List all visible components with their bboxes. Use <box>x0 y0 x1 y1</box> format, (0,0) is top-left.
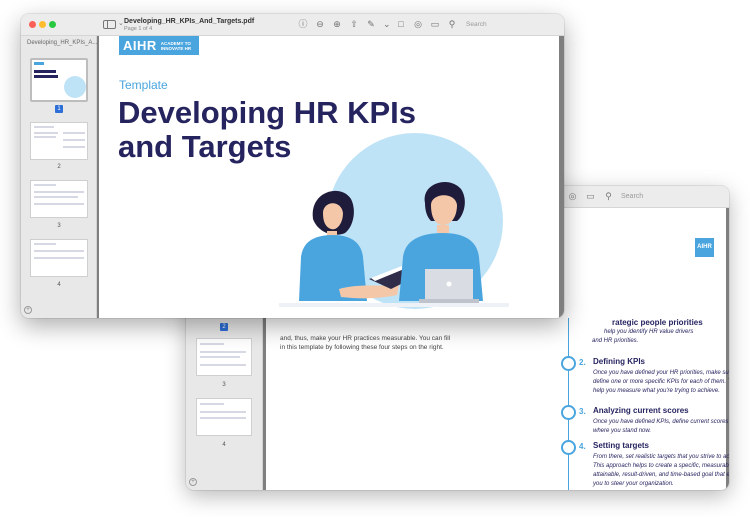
step-dot <box>561 405 576 420</box>
step-body: Once you have defined your HR priorities… <box>593 370 729 394</box>
step-dot <box>561 356 576 371</box>
annotate-icon[interactable]: ◎ <box>567 191 578 202</box>
front-preview-window[interactable]: ⌄ Developing_HR_KPIs_And_Targets.pdf Pag… <box>21 14 564 318</box>
form-icon[interactable]: ▭ <box>430 19 440 29</box>
mini-logo <box>34 62 44 65</box>
back-thumbnail-page-4[interactable] <box>196 398 252 436</box>
aihr-logo-small: AIHR <box>695 238 714 257</box>
step-1-title: rategic people priorities <box>612 318 703 327</box>
page-number: 2 <box>57 164 61 170</box>
back-search-field[interactable]: Search <box>621 193 721 200</box>
step-1-body: help you identify HR value drivers <box>604 329 694 335</box>
intro-paragraph: and, thus, make your HR practices measur… <box>280 335 451 351</box>
timeline-line <box>568 318 569 490</box>
step-title: Defining KPIs <box>593 357 646 366</box>
annotate-icon[interactable]: ◎ <box>413 19 423 29</box>
step-body: From there, set realistic targets that y… <box>593 454 729 487</box>
mini-title-lines <box>34 70 64 78</box>
step-title: Setting targets <box>593 441 650 450</box>
sidebar-icon[interactable] <box>103 20 116 29</box>
document-title: Developing_HR_KPIs_And_Targets.pdf <box>124 18 255 25</box>
zoom-in-icon[interactable]: ⊕ <box>332 19 342 29</box>
add-page-icon[interactable]: + <box>189 478 197 486</box>
step-title: Analyzing current scores <box>593 406 689 415</box>
back-thumbnail-page-3[interactable] <box>196 338 252 376</box>
add-page-icon[interactable]: + <box>24 306 32 314</box>
thumbnail-page-4[interactable] <box>30 239 88 277</box>
page-edge <box>559 36 563 318</box>
step-number: 3. <box>579 407 586 416</box>
zoom-out-icon[interactable]: ⊖ <box>315 19 325 29</box>
close-window-button[interactable] <box>29 21 36 28</box>
step-number: 2. <box>579 358 586 367</box>
back-page-number: 4 <box>222 442 226 448</box>
document-view[interactable]: AIHR ACADEMY TO INNOVATE HR Template Dev… <box>97 36 564 318</box>
page-number: 4 <box>57 282 61 288</box>
mini-illustration <box>64 76 86 98</box>
front-toolbar-tools: ⓘ ⊖ ⊕ ⇧ ✎ ⌄ □ ◎ ▭ ⚲ Search <box>298 19 487 29</box>
page-number-selected: 1 <box>55 105 63 113</box>
thumbnail-page-1[interactable] <box>30 58 88 102</box>
thumbnail-sidebar: Developing_HR_KPIs_A... 1 2 3 4 + <box>21 36 97 318</box>
logo-tagline: ACADEMY TO INNOVATE HR <box>160 40 192 51</box>
pdf-page-1: AIHR ACADEMY TO INNOVATE HR Template Dev… <box>99 36 563 318</box>
step-body: Once you have defined KPIs, define curre… <box>593 419 729 434</box>
markup-icon[interactable]: ✎ <box>366 19 376 29</box>
search-icon[interactable]: ⚲ <box>603 191 614 202</box>
back-page-number-selected: 2 <box>220 323 228 331</box>
form-icon[interactable]: ▭ <box>585 191 596 202</box>
document-page-count: Page 1 of 4 <box>124 26 153 32</box>
share-icon[interactable]: ⇧ <box>349 19 359 29</box>
template-label: Template <box>119 78 168 92</box>
logo-wordmark: AIHR <box>123 38 157 53</box>
thumbnail-page-3[interactable] <box>30 180 88 218</box>
search-field[interactable]: Search <box>466 21 487 28</box>
thumbnail-page-2[interactable] <box>30 122 88 160</box>
step-1-body-cont: and HR priorities. <box>592 338 639 344</box>
aihr-logo: AIHR ACADEMY TO INNOVATE HR <box>119 36 199 55</box>
step-dot <box>561 440 576 455</box>
chevron-down-icon[interactable]: ⌄ <box>118 19 124 27</box>
front-window-toolbar: ⌄ Developing_HR_KPIs_And_Targets.pdf Pag… <box>21 14 564 36</box>
sidebar-document-name: Developing_HR_KPIs_A... <box>27 40 98 46</box>
zoom-window-button[interactable] <box>49 21 56 28</box>
rotate-icon[interactable]: □ <box>396 19 406 29</box>
page-number: 3 <box>57 223 61 229</box>
back-toolbar-tools: ◎ ▭ ⚲ Search <box>567 191 721 202</box>
info-icon[interactable]: ⓘ <box>298 19 308 29</box>
minimize-window-button[interactable] <box>39 21 46 28</box>
back-page-number: 3 <box>222 382 226 388</box>
step-number: 4. <box>579 442 586 451</box>
people-working-illustration <box>279 181 509 307</box>
chevron-down-icon[interactable]: ⌄ <box>383 19 391 29</box>
search-icon[interactable]: ⚲ <box>447 19 457 29</box>
